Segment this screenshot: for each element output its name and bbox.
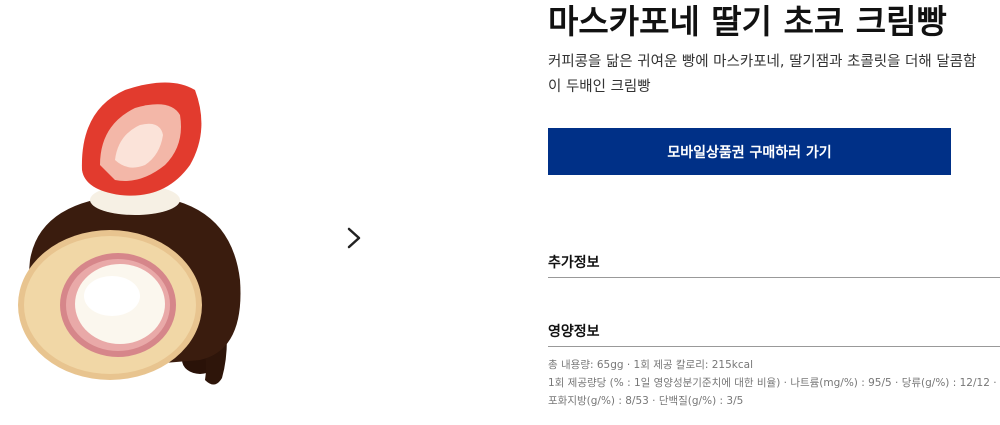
product-title: 마스카포네 딸기 초코 크림빵	[548, 2, 947, 41]
nutrition-section: 영양정보	[548, 321, 1000, 347]
nutrition-info: 총 내용량: 65gg · 1회 제공 칼로리: 215kcal 1회 제공량당…	[548, 356, 1000, 410]
product-detail: 마스카포네 딸기 초코 크림빵 커피콩을 닮은 귀여운 빵에 마스카포네, 딸기…	[548, 0, 1000, 425]
product-image	[18, 82, 241, 385]
extra-info-section[interactable]: 추가정보	[548, 252, 1000, 278]
nutrition-line-total: 총 내용량: 65gg · 1회 제공 칼로리: 215kcal	[548, 359, 753, 371]
next-image-button[interactable]	[338, 222, 370, 254]
nutrition-heading: 영양정보	[548, 324, 600, 340]
product-description: 커피콩을 닮은 귀여운 빵에 마스카포네, 딸기잼과 초콜릿을 더해 달콤함이 …	[548, 54, 977, 95]
nutrition-line-fat-protein: 포화지방(g/%) : 8/53 · 단백질(g/%) : 3/5	[548, 395, 744, 407]
nutrition-line-per-serving: 1회 제공량당 (% : 1일 영양성분기준치에 대한 비율) · 나트륨(mg…	[548, 377, 997, 389]
buy-mobile-voucher-button[interactable]: 모바일상품권 구매하러 가기	[548, 128, 951, 175]
product-gallery	[0, 0, 520, 425]
chevron-right-icon	[347, 227, 361, 249]
extra-info-heading: 추가정보	[548, 255, 600, 271]
